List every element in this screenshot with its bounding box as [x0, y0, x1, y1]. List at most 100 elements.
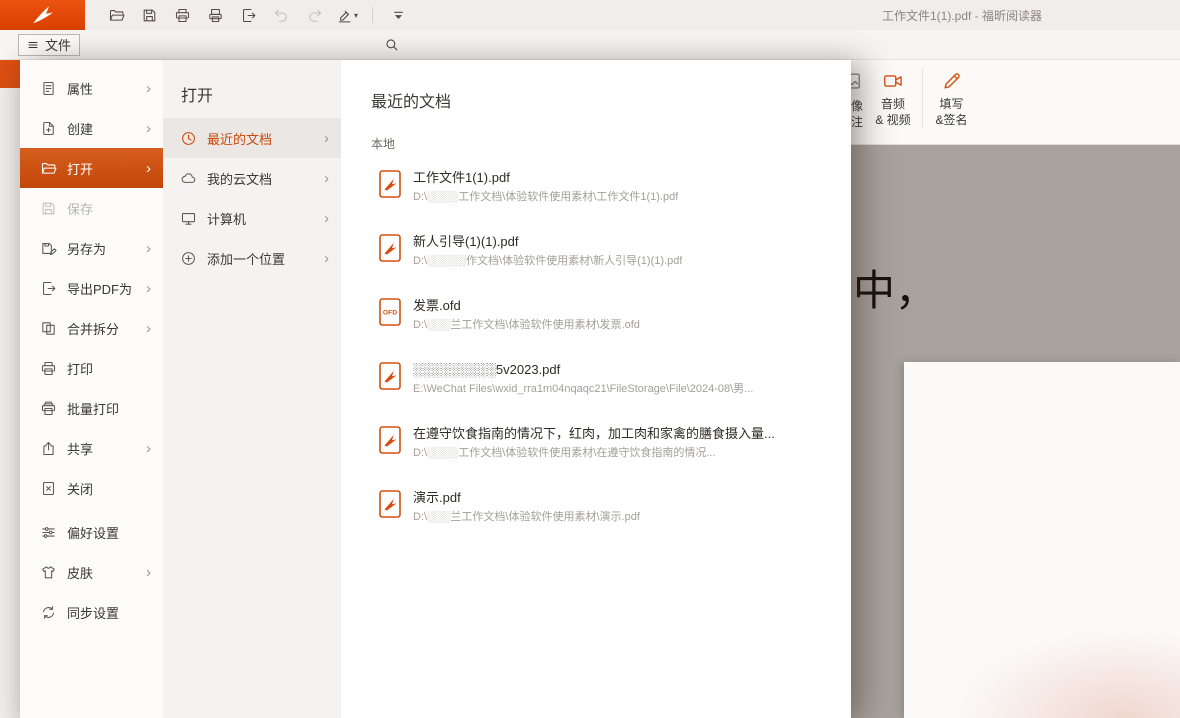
recent-file-item[interactable]: 工作文件1(1).pdf D:\░░░░工作文档\体验软件使用素材\工作文件1(…: [379, 161, 851, 225]
file-menu-item[interactable]: 创建 ›: [20, 108, 163, 148]
share-icon: [40, 440, 57, 457]
file-menu-button[interactable]: 文件: [18, 34, 80, 56]
file-name: 在遵守饮食指南的情况下，红肉，加工肉和家禽的膳食摄入量...: [413, 424, 775, 443]
file-meta: 在遵守饮食指南的情况下，红肉，加工肉和家禽的膳食摄入量... D:\░░░░工作…: [413, 424, 775, 481]
toolbar-button[interactable]: ▾: [299, 2, 329, 28]
file-menu-item-label: 导出PDF为: [67, 279, 136, 298]
open-panel-item[interactable]: 我的云文档 ›: [163, 158, 341, 198]
recent-documents-panel: 最近的文档 本地 工作文件1(1).pdf D:\░░░░工作文档\体验软件使用…: [341, 60, 851, 718]
save-file-icon: [40, 200, 57, 217]
file-menu-item-label: 皮肤: [67, 563, 136, 582]
submenu-arrow-icon: ›: [146, 565, 151, 580]
title-bar: ▾ ▾ ▾ ▾ ▾ ▾ ▾: [0, 0, 1180, 30]
open-panel-item[interactable]: 添加一个位置 ›: [163, 238, 341, 278]
file-path: D:\░░░░工作文档\体验软件使用素材\在遵守饮食指南的情况...: [413, 443, 775, 463]
export-pdf-icon: [40, 280, 57, 297]
create-pdf-icon: [40, 120, 57, 137]
file-name: 工作文件1(1).pdf: [413, 168, 678, 187]
open-panel-item[interactable]: 最近的文档 ›: [163, 118, 341, 158]
highlighter-icon: [336, 7, 353, 24]
page-content-smudge: [950, 628, 1180, 718]
file-menu-item[interactable]: 打开 ›: [20, 148, 163, 188]
ribbon-button[interactable]: 填写 &签名: [922, 68, 976, 128]
file-name: 发票.ofd: [413, 296, 640, 315]
file-path: D:\░░░░░作文档\体验软件使用素材\新人引导(1)(1).pdf: [413, 251, 682, 271]
search-icon: [384, 37, 399, 52]
file-menu-item[interactable]: 共享 ›: [20, 428, 163, 468]
submenu-arrow-icon: ›: [324, 211, 329, 226]
open-panel-item-label: 最近的文档: [207, 129, 314, 148]
file-menu-item[interactable]: 合并拆分 ›: [20, 308, 163, 348]
foxit-logo-button[interactable]: [0, 0, 85, 30]
recent-files-list: 工作文件1(1).pdf D:\░░░░工作文档\体验软件使用素材\工作文件1(…: [379, 161, 851, 545]
file-menu-item[interactable]: 皮肤 ›: [20, 552, 163, 592]
file-menu-item[interactable]: 另存为 ›: [20, 228, 163, 268]
recent-file-item[interactable]: 演示.pdf D:\░░░兰工作文档\体验软件使用素材\演示.pdf: [379, 481, 851, 545]
toolbar-button[interactable]: ▾: [167, 2, 197, 28]
file-path: E:\WeChat Files\wxid_rra1m04nqaqc21\File…: [413, 379, 753, 399]
submenu-arrow-icon: ›: [146, 321, 151, 336]
ribbon-button[interactable]: 音频 & 视频: [866, 68, 920, 128]
export-pdf-icon: [240, 7, 257, 24]
quick-access-toolbar: ▾ ▾ ▾ ▾ ▾ ▾ ▾: [101, 2, 413, 28]
file-menu-item[interactable]: 属性 ›: [20, 68, 163, 108]
ribbon-button-label: 填写: [939, 96, 963, 112]
open-panel-item[interactable]: 计算机 ›: [163, 198, 341, 238]
file-menu-item-label: 同步设置: [67, 603, 151, 622]
file-menu-item[interactable]: 同步设置: [20, 592, 163, 632]
undo-icon: [273, 7, 290, 24]
print-icon: [174, 7, 191, 24]
preferences-icon: [40, 524, 57, 541]
quick-print-icon: [207, 7, 224, 24]
toolbar-button[interactable]: ▾: [233, 2, 263, 28]
recent-file-item[interactable]: 在遵守饮食指南的情况下，红肉，加工肉和家禽的膳食摄入量... D:\░░░░工作…: [379, 417, 851, 481]
toolbar-button[interactable]: ▾: [266, 2, 296, 28]
file-menu-item[interactable]: 关闭: [20, 468, 163, 508]
computer-icon: [180, 210, 197, 227]
cutoff-button-label-line: 像: [851, 98, 863, 114]
recent-documents-title: 最近的文档: [371, 93, 851, 113]
ribbon-cutoff-button[interactable]: 像 注: [851, 68, 863, 130]
pdf-file-icon: [379, 362, 401, 390]
toolbar-button[interactable]: ▾: [101, 2, 131, 28]
dropdown-caret-icon: ▾: [354, 11, 358, 20]
toolbar-button[interactable]: ▾: [200, 2, 230, 28]
ribbon-button-label: 音频: [881, 96, 905, 112]
submenu-arrow-icon: ›: [146, 161, 151, 176]
ribbon-button-group: 音频 & 视频 填写 &签名: [866, 68, 976, 128]
submenu-arrow-icon: ›: [324, 251, 329, 266]
document-text-fragment: 中，: [853, 257, 937, 318]
recent-file-item[interactable]: 发票.ofd D:\░░░兰工作文档\体验软件使用素材\发票.ofd: [379, 289, 851, 353]
file-menu-item-label: 保存: [67, 199, 151, 218]
file-meta: ░░░░░░░░░5v2023.pdf E:\WeChat Files\wxid…: [413, 360, 753, 417]
toolbar-button[interactable]: ▾: [332, 2, 362, 28]
file-menu-item[interactable]: 偏好设置: [20, 512, 163, 552]
file-menu-item[interactable]: 批量打印: [20, 388, 163, 428]
file-menu-item[interactable]: 打印: [20, 348, 163, 388]
file-name: 演示.pdf: [413, 488, 640, 507]
print-icon: [40, 360, 57, 377]
toolbar-separator: [372, 7, 373, 23]
submenu-arrow-icon: ›: [146, 281, 151, 296]
batch-print-icon: [40, 400, 57, 417]
submenu-arrow-icon: ›: [146, 81, 151, 96]
hamburger-icon: [27, 39, 39, 51]
open-panel: 打开 最近的文档 › 我的云文档 › 计算机 ›: [163, 60, 341, 718]
cutoff-button-label-line: 注: [851, 114, 863, 130]
recent-file-item[interactable]: ░░░░░░░░░5v2023.pdf E:\WeChat Files\wxid…: [379, 353, 851, 417]
file-menu-item[interactable]: 导出PDF为 ›: [20, 268, 163, 308]
file-menu-item-label: 另存为: [67, 239, 136, 258]
file-menu-item[interactable]: 保存: [20, 188, 163, 228]
recent-docs-icon: [180, 130, 197, 147]
recent-file-item[interactable]: 新人引导(1)(1).pdf D:\░░░░░作文档\体验软件使用素材\新人引导…: [379, 225, 851, 289]
file-menu-item-label: 属性: [67, 79, 136, 98]
close-file-icon: [40, 480, 57, 497]
search-button[interactable]: [378, 32, 404, 58]
toolbar-button[interactable]: ▾: [383, 2, 413, 28]
toolbar-button[interactable]: ▾: [134, 2, 164, 28]
file-menu-item-label: 批量打印: [67, 399, 151, 418]
open-panel-item-label: 计算机: [207, 209, 314, 228]
menu-bar: 文件: [0, 30, 1180, 60]
file-meta: 工作文件1(1).pdf D:\░░░░工作文档\体验软件使用素材\工作文件1(…: [413, 168, 678, 225]
pdf-file-icon: [379, 490, 401, 518]
